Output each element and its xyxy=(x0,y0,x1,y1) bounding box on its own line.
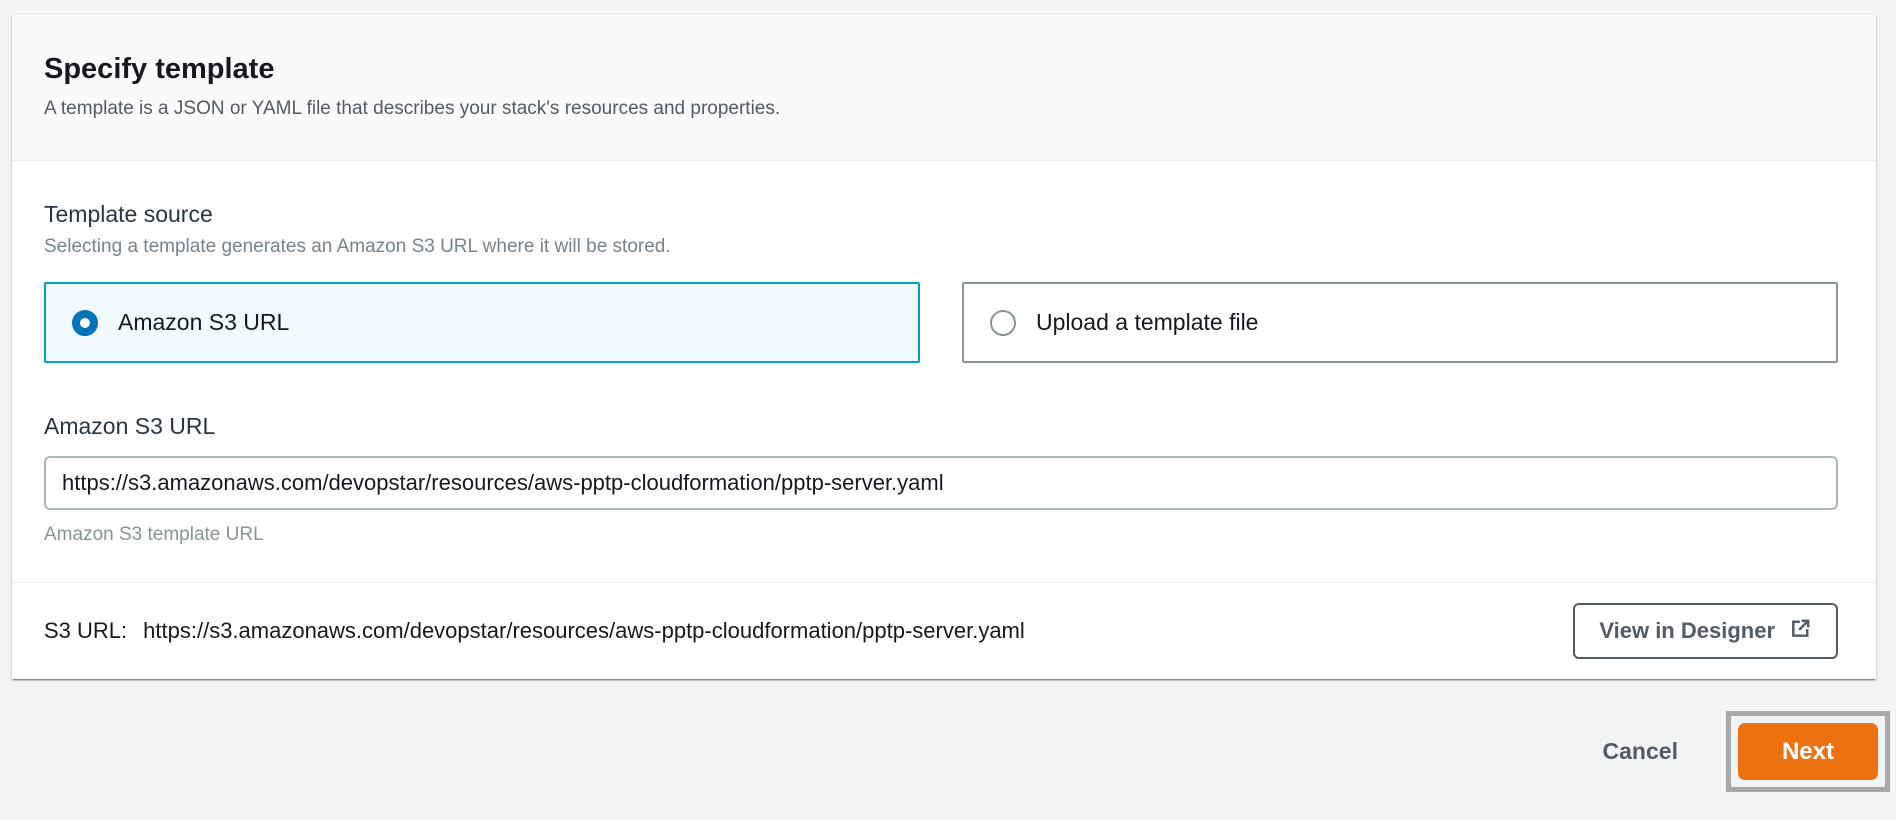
wizard-footer: Cancel Next xyxy=(0,711,1896,792)
view-in-designer-label: View in Designer xyxy=(1599,618,1775,644)
amazon-s3-url-input[interactable] xyxy=(44,456,1838,510)
panel-body: Template source Selecting a template gen… xyxy=(12,161,1876,582)
radio-tile-amazon-s3-url[interactable]: Amazon S3 URL xyxy=(44,282,920,363)
amazon-s3-url-label: Amazon S3 URL xyxy=(44,413,1838,440)
radio-unselected-icon[interactable] xyxy=(990,310,1016,336)
page-subtitle: A template is a JSON or YAML file that d… xyxy=(44,98,1836,120)
amazon-s3-url-helper: Amazon S3 template URL xyxy=(44,524,1838,582)
specify-template-panel: Specify template A template is a JSON or… xyxy=(12,15,1876,679)
next-button[interactable]: Next xyxy=(1738,723,1878,780)
template-source-description: Selecting a template generates an Amazon… xyxy=(44,236,1838,258)
template-source-options: Amazon S3 URL Upload a template file xyxy=(44,282,1838,363)
amazon-s3-url-field: Amazon S3 URL Amazon S3 template URL xyxy=(44,413,1838,582)
radio-tile-upload-template-file[interactable]: Upload a template file xyxy=(962,282,1838,363)
next-button-highlight-frame: Next xyxy=(1726,711,1890,792)
cancel-button[interactable]: Cancel xyxy=(1603,738,1678,765)
external-link-icon xyxy=(1789,617,1812,646)
panel-header: Specify template A template is a JSON or… xyxy=(12,15,1876,161)
s3-url-bar-value: https://s3.amazonaws.com/devopstar/resou… xyxy=(143,618,1025,644)
radio-selected-icon[interactable] xyxy=(72,310,98,336)
page-title: Specify template xyxy=(44,53,1836,86)
s3-url-bar: S3 URL: https://s3.amazonaws.com/devopst… xyxy=(12,582,1876,679)
radio-tile-label: Amazon S3 URL xyxy=(118,309,289,336)
template-source-label: Template source xyxy=(44,201,1838,228)
s3-url-bar-label: S3 URL: xyxy=(44,618,127,644)
view-in-designer-button[interactable]: View in Designer xyxy=(1573,603,1838,659)
radio-tile-label: Upload a template file xyxy=(1036,309,1258,336)
